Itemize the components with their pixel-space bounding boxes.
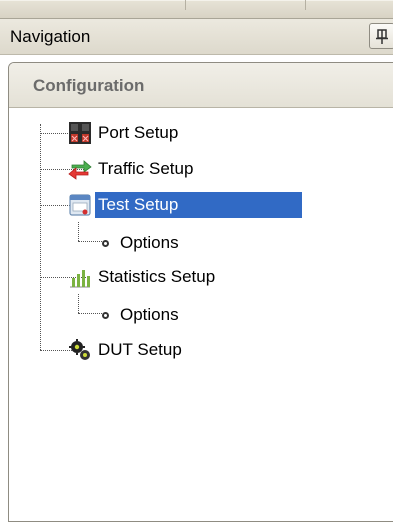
top-strip-highlight: [0, 0, 393, 1]
port-setup-icon: [69, 122, 91, 144]
pin-button[interactable]: [369, 23, 393, 49]
pin-icon: [376, 29, 388, 44]
tree-item-label: Port Setup: [98, 123, 179, 142]
top-strip-separator: [305, 0, 306, 10]
window-top-strip: [0, 0, 393, 18]
tree-item-statistics-setup[interactable]: Statistics Setup: [68, 263, 218, 291]
tree-item-label: Statistics Setup: [98, 267, 216, 286]
configuration-panel: Configuration: [8, 62, 393, 522]
navigation-title: Navigation: [10, 27, 91, 46]
tree-item-label: Test Setup: [95, 192, 303, 218]
tree-item-label: Options: [120, 233, 179, 252]
test-setup-icon: [69, 194, 91, 216]
configuration-title: Configuration: [33, 76, 145, 95]
traffic-setup-icon: [68, 160, 92, 180]
dut-setup-icon: [69, 339, 90, 360]
tree-item-test-options[interactable]: Options: [102, 229, 182, 257]
tree-item-statistics-options[interactable]: Options: [102, 301, 182, 329]
options-bullet-icon: [102, 239, 109, 247]
tree-item-port-setup[interactable]: Port Setup: [68, 119, 181, 147]
top-strip-separator: [185, 0, 186, 10]
tree-item-label: DUT Setup: [98, 340, 182, 359]
configuration-header[interactable]: Configuration: [9, 63, 393, 108]
navigation-header: Navigation: [0, 18, 393, 55]
tree-item-traffic-setup[interactable]: Traffic Setup: [68, 155, 196, 183]
tree-item-label: Traffic Setup: [98, 159, 194, 178]
tree-item-test-setup[interactable]: Test Setup: [68, 191, 303, 219]
tree-item-dut-setup[interactable]: DUT Setup: [68, 336, 185, 364]
statistics-setup-icon: [70, 270, 90, 288]
options-bullet-icon: [102, 311, 109, 319]
tree-item-label: Options: [120, 305, 179, 324]
